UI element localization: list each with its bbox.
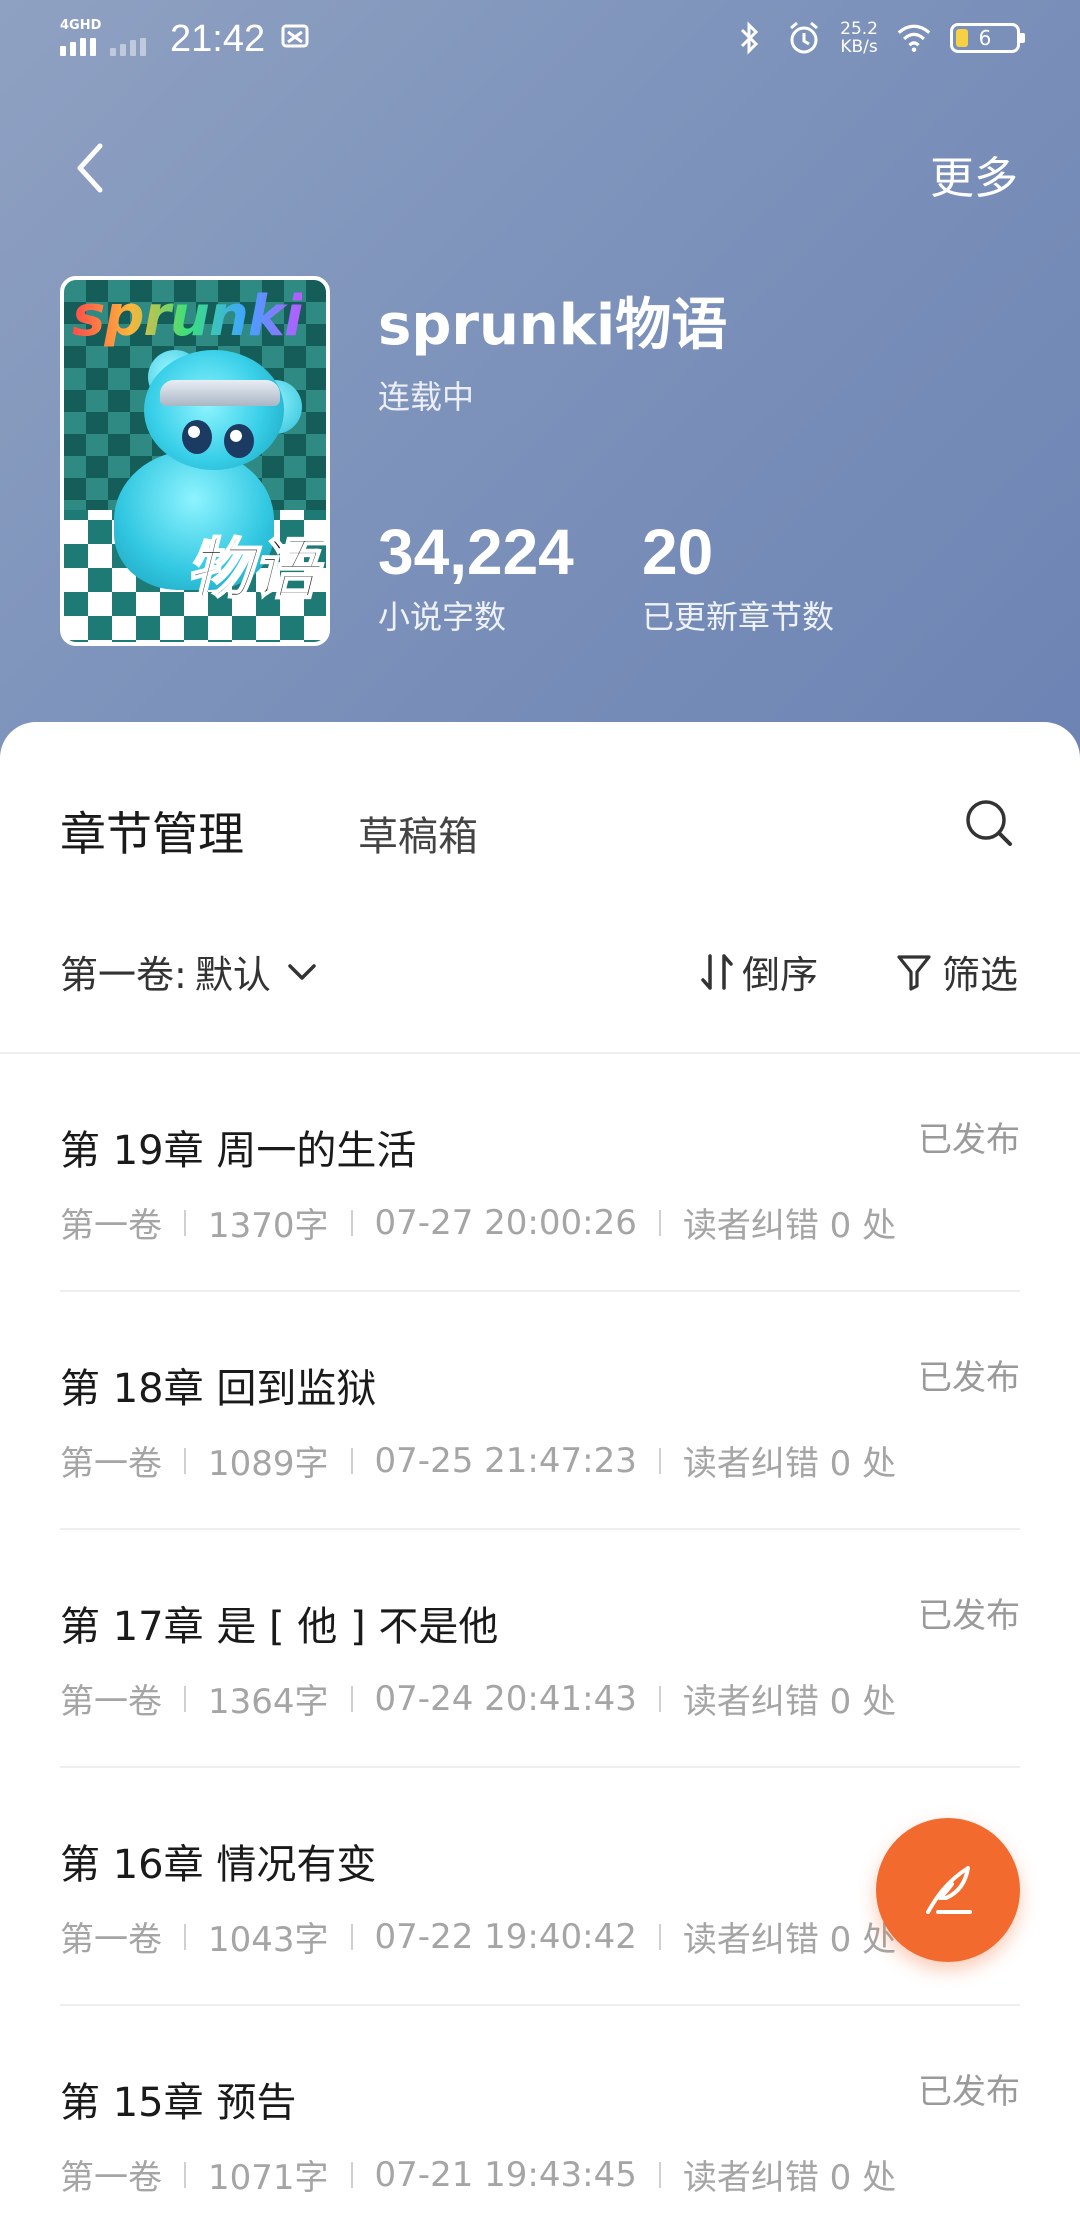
chapter-status: 已发布 xyxy=(918,2072,1020,2112)
search-icon xyxy=(966,800,1012,846)
chapter-sheet: 章节管理 草稿箱 第一卷: 默认 倒序 筛选 第 19章 周一的生活 已发布 第… xyxy=(0,722,1080,2214)
volume-selector[interactable]: 第一卷: 默认 xyxy=(60,944,317,999)
speed-unit: KB/s xyxy=(840,37,878,57)
tab-drafts[interactable]: 草稿箱 xyxy=(358,804,478,862)
chapter-time: 07-24 20:41:43 xyxy=(374,1678,637,1719)
chapter-meta: 第一卷 1071字 07-21 19:43:45 读者纠错 0 处 xyxy=(60,2150,896,2199)
chapter-title: 第 19章 周一的生活 xyxy=(60,1128,417,1174)
chapter-status: 已发布 xyxy=(918,1358,1020,1398)
chapter-volume: 第一卷 xyxy=(60,1920,162,1960)
chapter-time: 07-22 19:40:42 xyxy=(374,1916,637,1957)
more-button[interactable]: 更多 xyxy=(930,142,1018,206)
volume-value: 默认 xyxy=(194,953,271,997)
sort-arrows-icon xyxy=(701,953,733,990)
chapter-errata: 读者纠错 0 处 xyxy=(682,1920,897,1960)
book-status: 连载中 xyxy=(378,378,475,416)
network-speed: 25.2 KB/s xyxy=(840,20,878,56)
quill-write-icon xyxy=(926,1866,972,1914)
chevron-left-icon xyxy=(77,143,103,193)
alarm-icon xyxy=(786,20,822,56)
chapter-volume: 第一卷 xyxy=(60,1206,162,1246)
chapter-time: 07-25 21:47:23 xyxy=(374,1440,637,1481)
chapter-words: 1089字 xyxy=(208,1444,329,1484)
sort-button[interactable]: 倒序 xyxy=(700,944,818,999)
clock: 21:42 xyxy=(170,18,266,60)
chapter-volume: 第一卷 xyxy=(60,1444,162,1484)
chapter-volume: 第一卷 xyxy=(60,2158,162,2198)
battery-icon: 6 xyxy=(950,23,1025,53)
chapter-count-label: 已更新章节数 xyxy=(642,598,835,636)
chapter-status: 已发布 xyxy=(918,1596,1020,1636)
speed-value: 25.2 xyxy=(840,19,878,39)
sort-label: 倒序 xyxy=(742,953,819,997)
chapter-meta: 第一卷 1364字 07-24 20:41:43 读者纠错 0 处 xyxy=(60,1674,896,1723)
book-title: sprunki物语 xyxy=(378,293,728,358)
chapter-row[interactable]: 第 18章 回到监狱 已发布 第一卷 1089字 07-25 21:47:23 … xyxy=(60,1292,1020,1530)
chapter-row[interactable]: 第 17章 是 [ 他 ] 不是他 已发布 第一卷 1364字 07-24 20… xyxy=(60,1530,1020,1768)
status-bar: 4GHD 21:42 25.2 KB/s 6 xyxy=(0,0,1080,84)
chapter-errata: 读者纠错 0 处 xyxy=(682,1206,897,1246)
word-count-label: 小说字数 xyxy=(378,598,507,636)
network-type: 4GHD xyxy=(60,17,102,33)
filter-button[interactable]: 筛选 xyxy=(896,944,1018,999)
chapter-row[interactable]: 第 19章 周一的生活 已发布 第一卷 1370字 07-27 20:00:26… xyxy=(60,1054,1020,1292)
chapter-row[interactable]: 第 15章 预告 已发布 第一卷 1071字 07-21 19:43:45 读者… xyxy=(60,2006,1020,2214)
chapter-meta: 第一卷 1370字 07-27 20:00:26 读者纠错 0 处 xyxy=(60,1198,896,1247)
chapter-errata: 读者纠错 0 处 xyxy=(682,2158,897,2198)
chapter-title: 第 18章 回到监狱 xyxy=(60,1366,377,1412)
back-button[interactable] xyxy=(70,140,110,196)
bluetooth-icon xyxy=(732,20,768,56)
battery-level: 6 xyxy=(978,26,992,50)
chapter-errata: 读者纠错 0 处 xyxy=(682,1444,897,1484)
chapter-title: 第 16章 情况有变 xyxy=(60,1842,377,1888)
chapter-status: 已发布 xyxy=(918,1120,1020,1160)
chapter-list: 第 19章 周一的生活 已发布 第一卷 1370字 07-27 20:00:26… xyxy=(60,1054,1020,2214)
screenshot-notification-icon xyxy=(279,20,311,60)
chapter-meta: 第一卷 1089字 07-25 21:47:23 读者纠错 0 处 xyxy=(60,1436,896,1485)
wifi-icon xyxy=(896,20,932,56)
word-count-stat: 34,224 小说字数 xyxy=(378,520,574,638)
chapter-words: 1043字 xyxy=(208,1920,329,1960)
chapter-words: 1071字 xyxy=(208,2158,329,2198)
cover-title-text: 物语 xyxy=(185,530,319,609)
chapter-time: 07-21 19:43:45 xyxy=(374,2154,637,2195)
cellular-signal-icon: 4GHD xyxy=(60,18,101,56)
cover-logo-text: sprunki xyxy=(72,284,303,349)
tab-chapter-management[interactable]: 章节管理 xyxy=(60,798,244,864)
chevron-down-icon xyxy=(288,963,316,980)
volume-label: 第一卷: xyxy=(60,953,187,997)
word-count-value: 34,224 xyxy=(378,516,574,588)
search-button[interactable] xyxy=(964,798,1014,848)
chapter-volume: 第一卷 xyxy=(60,1682,162,1722)
chapter-time: 07-27 20:00:26 xyxy=(374,1202,637,1243)
chapter-title: 第 15章 预告 xyxy=(60,2080,297,2126)
chapter-count-value: 20 xyxy=(642,516,714,588)
write-chapter-button[interactable] xyxy=(876,1818,1020,1962)
filter-label: 筛选 xyxy=(941,953,1018,997)
cellular-signal-2-icon xyxy=(110,24,146,56)
chapter-errata: 读者纠错 0 处 xyxy=(682,1682,897,1722)
chapter-meta: 第一卷 1043字 07-22 19:40:42 读者纠错 0 处 xyxy=(60,1912,896,1961)
book-cover[interactable]: sprunki 物语 xyxy=(60,276,330,646)
chapter-words: 1364字 xyxy=(208,1682,329,1722)
chapter-words: 1370字 xyxy=(208,1206,329,1246)
chapter-title: 第 17章 是 [ 他 ] 不是他 xyxy=(60,1604,499,1650)
filter-funnel-icon xyxy=(897,954,931,991)
chapter-count-stat: 20 已更新章节数 xyxy=(642,520,834,638)
